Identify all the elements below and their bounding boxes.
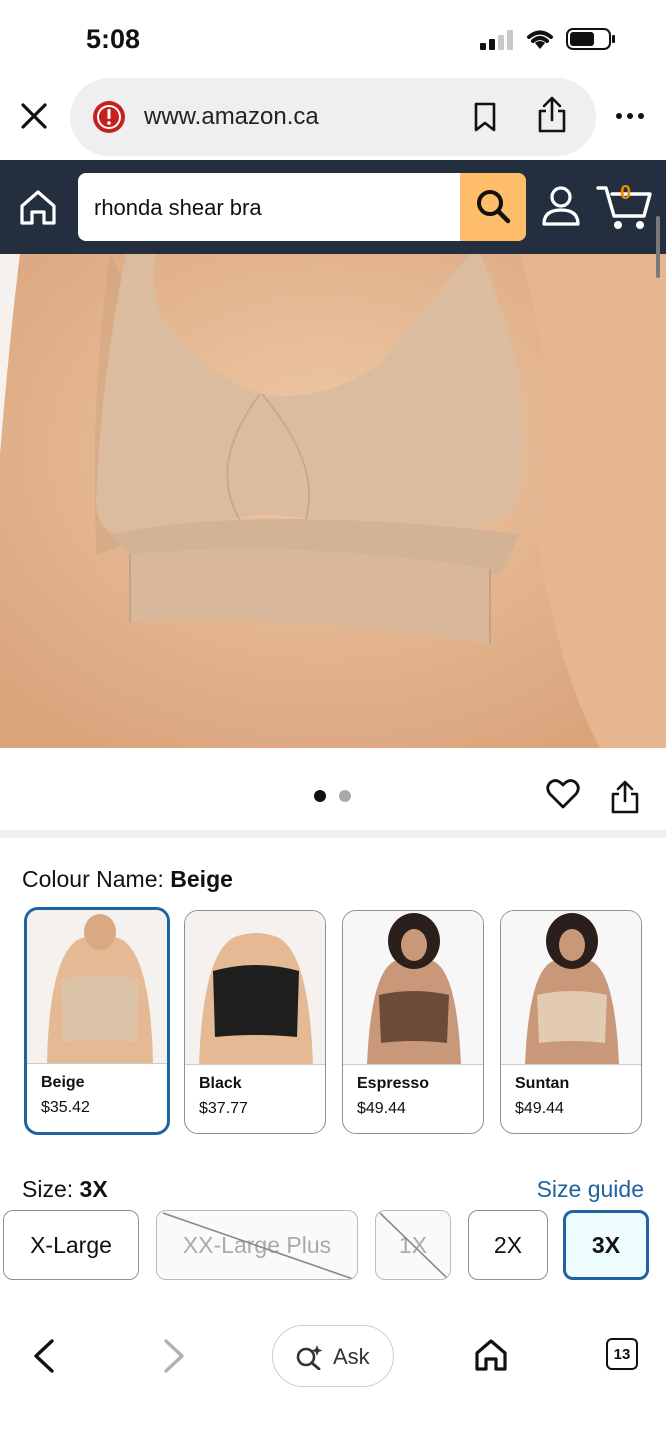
forward-arrow-icon[interactable] (160, 1338, 188, 1374)
ask-button[interactable]: Ask (272, 1325, 394, 1387)
share-icon[interactable] (536, 96, 568, 134)
home-icon[interactable] (18, 188, 58, 226)
swatch-name: Suntan (515, 1075, 570, 1092)
url-text: www.amazon.ca (144, 103, 319, 130)
account-icon[interactable] (540, 184, 582, 228)
tab-count: 13 (613, 1345, 631, 1363)
search-field[interactable]: rhonda shear bra (78, 173, 526, 241)
colour-swatch-suntan[interactable]: Suntan $49.44 (500, 910, 642, 1134)
close-icon[interactable] (18, 100, 50, 132)
colour-swatch-espresso[interactable]: Espresso $49.44 (342, 910, 484, 1134)
warning-icon (93, 101, 125, 133)
status-bar: 5:08 (0, 0, 666, 78)
image-controls (0, 748, 666, 830)
product-photo (0, 254, 666, 748)
carousel-dot-active[interactable] (314, 790, 326, 802)
browser-bottom-bar: Ask 13 (0, 1300, 666, 1440)
colour-swatch-beige[interactable]: Beige $35.42 (24, 907, 170, 1135)
battery-icon (566, 28, 615, 50)
colour-label-prefix: Colour Name: (22, 866, 171, 892)
swatch-image (343, 911, 483, 1065)
search-input[interactable]: rhonda shear bra (94, 195, 262, 221)
size-option-2x[interactable]: 2X (468, 1210, 548, 1280)
swatch-image (27, 910, 167, 1064)
size-option-label: X-Large (30, 1231, 112, 1258)
colour-swatch-black[interactable]: Black $37.77 (184, 910, 326, 1134)
size-option-x-large[interactable]: X-Large (3, 1210, 139, 1280)
address-bar[interactable]: www.amazon.ca (70, 78, 596, 156)
size-option-xx-large-plus[interactable]: XX-Large Plus (156, 1210, 358, 1280)
cart-count-badge: 0 (620, 182, 632, 204)
signal-icon (480, 30, 513, 50)
product-main-image[interactable] (0, 254, 666, 748)
back-arrow-icon[interactable] (30, 1338, 58, 1374)
swatch-image (185, 911, 325, 1065)
swatch-price: $49.44 (357, 1100, 406, 1117)
search-button[interactable] (460, 173, 526, 241)
size-guide-link[interactable]: Size guide (537, 1176, 644, 1203)
size-option-3x[interactable]: 3X (563, 1210, 649, 1280)
swatch-price: $35.42 (41, 1099, 90, 1116)
swatch-name: Beige (41, 1074, 85, 1091)
swatch-name: Black (199, 1075, 242, 1092)
search-icon (477, 190, 511, 224)
page-scrollbar[interactable] (656, 216, 660, 278)
swatch-price: $49.44 (515, 1100, 564, 1117)
size-option-1x[interactable]: 1X (375, 1210, 451, 1280)
carousel-dot[interactable] (339, 790, 351, 802)
section-divider (0, 830, 666, 838)
ask-label: Ask (333, 1344, 370, 1369)
swatch-name: Espresso (357, 1075, 430, 1092)
site-header: rhonda shear bra 0 (0, 160, 666, 254)
unavailable-strike (379, 1212, 449, 1279)
home-icon[interactable] (474, 1338, 508, 1372)
swatch-image (501, 911, 641, 1065)
sparkle-search-icon (296, 1345, 323, 1370)
status-time: 5:08 (86, 24, 141, 54)
heart-icon[interactable] (546, 778, 580, 810)
size-option-label: 2X (493, 1231, 523, 1258)
size-option-label: 3X (591, 1231, 621, 1258)
size-label: Size: 3X (22, 1176, 108, 1203)
size-label-prefix: Size: (22, 1176, 80, 1202)
browser-toolbar: www.amazon.ca (0, 78, 666, 160)
size-label-value: 3X (79, 1176, 108, 1202)
bookmark-icon[interactable] (472, 102, 498, 132)
more-options-icon[interactable] (614, 106, 646, 126)
wifi-icon (527, 30, 553, 49)
tabs-button[interactable]: 13 (606, 1338, 638, 1370)
colour-label: Colour Name: Beige (22, 866, 233, 893)
unavailable-strike (162, 1212, 354, 1279)
share-icon[interactable] (610, 780, 640, 814)
swatch-price: $37.77 (199, 1100, 248, 1117)
colour-label-value: Beige (170, 866, 233, 892)
